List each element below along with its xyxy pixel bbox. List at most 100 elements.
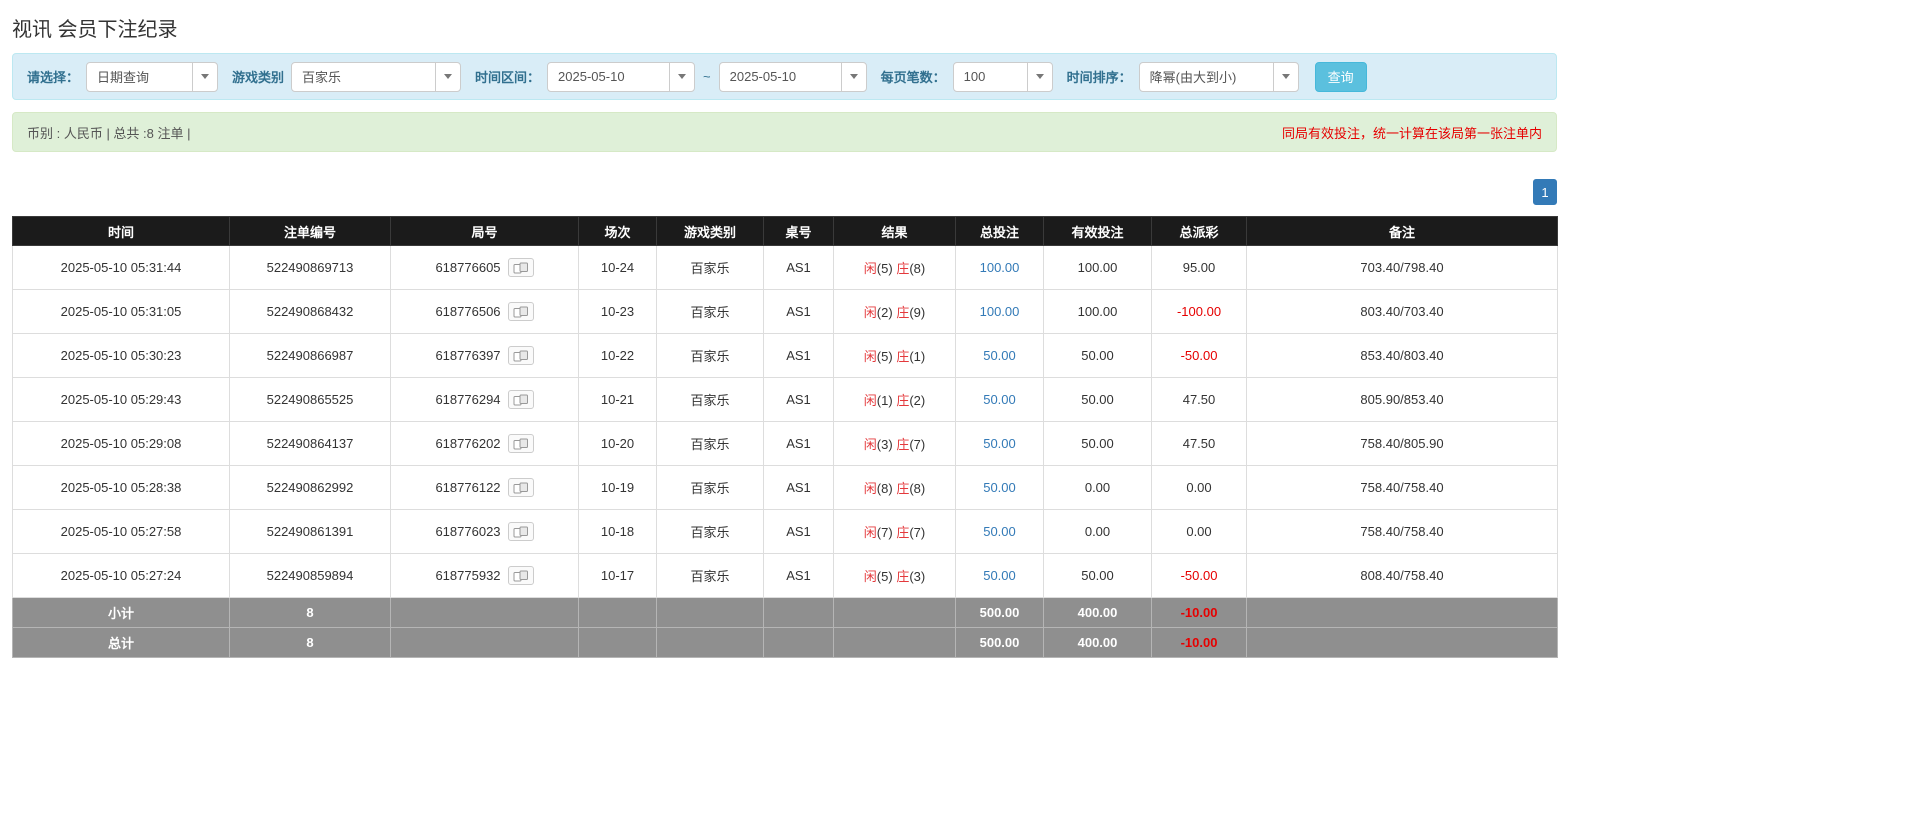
card-result-icon[interactable] xyxy=(508,478,534,497)
result-banker-number: (8) xyxy=(909,261,925,276)
sort-dropdown[interactable]: 降幂(由大到小) xyxy=(1139,62,1299,92)
cell-round: 618776397 xyxy=(391,334,579,378)
cell-session: 10-22 xyxy=(579,334,657,378)
chevron-down-icon xyxy=(192,63,217,91)
result-banker-label: 庄 xyxy=(896,349,909,364)
cell-payout: 0.00 xyxy=(1152,510,1247,554)
card-result-icon[interactable] xyxy=(508,522,534,541)
result-banker-number: (3) xyxy=(909,569,925,584)
total-bet-link[interactable]: 50.00 xyxy=(983,524,1016,539)
cell-table-no: AS1 xyxy=(764,378,834,422)
cell-table-no: AS1 xyxy=(764,290,834,334)
cell-session: 10-20 xyxy=(579,422,657,466)
card-result-icon[interactable] xyxy=(508,434,534,453)
chevron-down-icon xyxy=(435,63,460,91)
cell-result: 闲(2) 庄(9) xyxy=(834,290,956,334)
cell-result: 闲(5) 庄(8) xyxy=(834,246,956,290)
cell-time: 2025-05-10 05:27:58 xyxy=(13,510,230,554)
cell-remark: 808.40/758.40 xyxy=(1247,554,1558,598)
total-bet-link[interactable]: 50.00 xyxy=(983,348,1016,363)
filter-group-pagesize: 每页笔数： 100 xyxy=(881,62,1053,92)
search-button[interactable]: 查询 xyxy=(1315,62,1367,92)
cell-bet-id: 522490859894 xyxy=(230,554,391,598)
card-result-icon[interactable] xyxy=(508,346,534,365)
cell-result: 闲(5) 庄(1) xyxy=(834,334,956,378)
result-player-number: (5) xyxy=(877,349,893,364)
chevron-down-icon xyxy=(669,63,694,91)
column-header: 结果 xyxy=(834,217,956,246)
time-range-label: 时间区间： xyxy=(475,67,540,86)
total-valid-bet: 400.00 xyxy=(1044,628,1152,658)
cell-time: 2025-05-10 05:27:24 xyxy=(13,554,230,598)
result-banker-number: (2) xyxy=(909,393,925,408)
column-header: 游戏类别 xyxy=(657,217,764,246)
result-banker-number: (8) xyxy=(909,481,925,496)
subtotal-count: 8 xyxy=(230,598,391,628)
cell-remark: 758.40/805.90 xyxy=(1247,422,1558,466)
cell-valid-bet: 100.00 xyxy=(1044,246,1152,290)
card-result-icon[interactable] xyxy=(508,566,534,585)
total-bet-link[interactable]: 50.00 xyxy=(983,436,1016,451)
subtotal-label: 小计 xyxy=(13,598,230,628)
total-bet-link[interactable]: 100.00 xyxy=(980,304,1020,319)
chevron-down-icon xyxy=(1273,63,1298,91)
cell-payout: -50.00 xyxy=(1152,554,1247,598)
cell-total-bet: 100.00 xyxy=(956,246,1044,290)
table-row: 2025-05-10 05:28:38 522490862992 6187761… xyxy=(13,466,1558,510)
filter-group-game: 游戏类别 百家乐 xyxy=(232,62,461,92)
cell-payout: 0.00 xyxy=(1152,466,1247,510)
result-banker-label: 庄 xyxy=(896,569,909,584)
result-player-number: (3) xyxy=(877,437,893,452)
column-header: 有效投注 xyxy=(1044,217,1152,246)
result-player-label: 闲 xyxy=(864,349,877,364)
total-bet-link[interactable]: 50.00 xyxy=(983,392,1016,407)
date-to-dropdown[interactable]: 2025-05-10 xyxy=(719,62,867,92)
column-header: 桌号 xyxy=(764,217,834,246)
result-player-label: 闲 xyxy=(864,261,877,276)
cell-bet-id: 522490869713 xyxy=(230,246,391,290)
cell-table-no: AS1 xyxy=(764,510,834,554)
card-result-icon[interactable] xyxy=(508,390,534,409)
cell-table-no: AS1 xyxy=(764,246,834,290)
result-banker-label: 庄 xyxy=(896,437,909,452)
cell-payout: -50.00 xyxy=(1152,334,1247,378)
page-button-1[interactable]: 1 xyxy=(1533,179,1557,205)
query-type-dropdown[interactable]: 日期查询 xyxy=(86,62,218,92)
date-from-dropdown[interactable]: 2025-05-10 xyxy=(547,62,695,92)
cell-session: 10-23 xyxy=(579,290,657,334)
cell-session: 10-18 xyxy=(579,510,657,554)
table-row: 2025-05-10 05:31:05 522490868432 6187765… xyxy=(13,290,1558,334)
cell-game-type: 百家乐 xyxy=(657,422,764,466)
total-bet-link[interactable]: 100.00 xyxy=(980,260,1020,275)
total-bet-link[interactable]: 50.00 xyxy=(983,480,1016,495)
card-result-icon[interactable] xyxy=(508,258,534,277)
card-result-icon[interactable] xyxy=(508,302,534,321)
cell-game-type: 百家乐 xyxy=(657,466,764,510)
cell-game-type: 百家乐 xyxy=(657,378,764,422)
cell-payout: 47.50 xyxy=(1152,378,1247,422)
cell-valid-bet: 50.00 xyxy=(1044,334,1152,378)
game-type-dropdown[interactable]: 百家乐 xyxy=(291,62,461,92)
page-size-dropdown[interactable]: 100 xyxy=(953,62,1053,92)
summary-currency-count: 币别 : 人民币 | 总共 :8 注单 | xyxy=(27,123,191,142)
total-count: 8 xyxy=(230,628,391,658)
result-banker-number: (1) xyxy=(909,349,925,364)
round-number: 618776294 xyxy=(435,392,500,407)
round-number: 618776202 xyxy=(435,436,500,451)
filter-group-sort: 时间排序： 降幂(由大到小) xyxy=(1067,62,1299,92)
total-bet-link[interactable]: 50.00 xyxy=(983,568,1016,583)
cell-total-bet: 50.00 xyxy=(956,378,1044,422)
cell-game-type: 百家乐 xyxy=(657,510,764,554)
cell-valid-bet: 100.00 xyxy=(1044,290,1152,334)
select-label: 请选择： xyxy=(27,67,79,86)
range-separator: ~ xyxy=(703,69,711,84)
column-header: 局号 xyxy=(391,217,579,246)
round-number: 618776122 xyxy=(435,480,500,495)
cell-session: 10-24 xyxy=(579,246,657,290)
column-header: 备注 xyxy=(1247,217,1558,246)
result-player-label: 闲 xyxy=(864,569,877,584)
total-label: 总计 xyxy=(13,628,230,658)
game-type-value: 百家乐 xyxy=(292,63,435,91)
date-to-value: 2025-05-10 xyxy=(720,63,841,91)
cell-result: 闲(1) 庄(2) xyxy=(834,378,956,422)
